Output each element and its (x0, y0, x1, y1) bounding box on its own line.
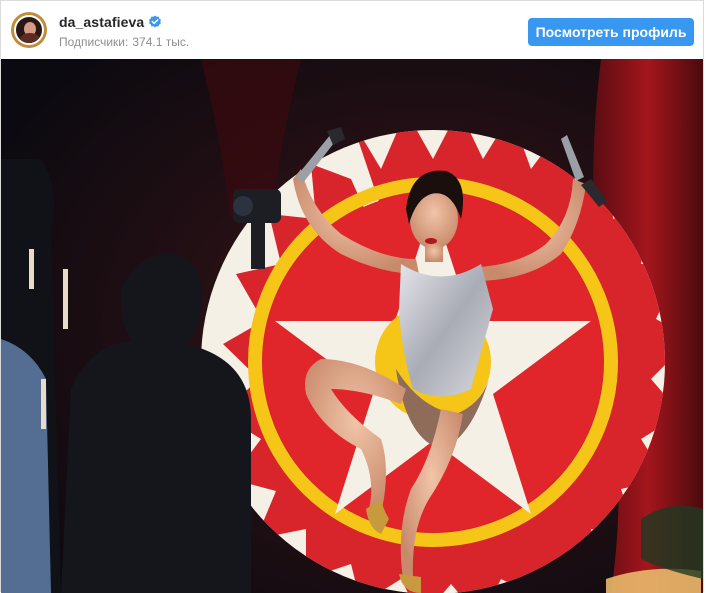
avatar[interactable] (11, 12, 47, 48)
followers-info: Подписчики: 374.1 тыс. (59, 35, 189, 49)
post-photo-illustration (1, 59, 703, 593)
instagram-post-card: da_astafieva Подписчики: 374.1 тыс. Посм… (0, 0, 704, 593)
followers-count: 374.1 тыс. (132, 35, 190, 49)
username-row: da_astafieva (59, 14, 162, 30)
username-link[interactable]: da_astafieva (59, 14, 144, 30)
post-photo[interactable] (1, 59, 703, 593)
post-header: da_astafieva Подписчики: 374.1 тыс. Посм… (1, 1, 703, 59)
verified-badge-icon (149, 15, 162, 28)
avatar-image (14, 15, 44, 45)
followers-label: Подписчики: (59, 35, 129, 49)
view-profile-button[interactable]: Посмотреть профиль (528, 18, 694, 46)
person-blue-shirt (1, 339, 51, 593)
